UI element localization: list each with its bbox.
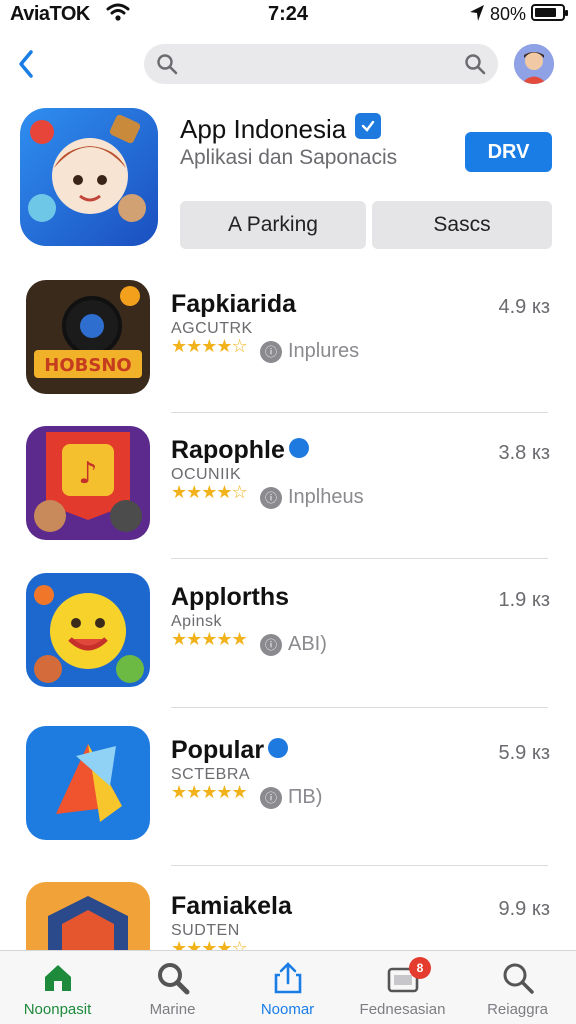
app-size: 9.9 кз	[498, 898, 550, 920]
app-info: ⓘ Inplures	[260, 340, 359, 363]
app-name-text: Rapophle	[171, 436, 285, 464]
svg-text:HOBSNO: HOBSNO	[44, 355, 131, 376]
app-list-item[interactable]: Popular SCTEBRA ★★★★★ ⓘ ПВ) 5.9 кз	[0, 726, 576, 872]
verified-check-icon	[288, 438, 309, 459]
notification-badge: 8	[409, 957, 431, 979]
app-name: Rapophle	[171, 436, 309, 465]
app-icon: ♪	[26, 426, 150, 540]
rating-stars: ★★★★☆	[171, 336, 248, 356]
app-info-text: ПВ)	[288, 786, 323, 808]
back-button[interactable]	[12, 46, 40, 82]
tab-search[interactable]: Marine	[115, 951, 230, 1024]
home-icon	[44, 965, 71, 991]
get-button[interactable]: DRV	[465, 132, 552, 172]
info-circle-icon: ⓘ	[260, 486, 282, 509]
app-info: ⓘ ПВ)	[260, 786, 322, 809]
user-avatar[interactable]	[514, 44, 554, 84]
rating-stars: ★★★★★	[171, 629, 248, 649]
app-name: Applorths	[171, 583, 290, 611]
verified-check-icon	[355, 113, 381, 139]
segment-tab-2[interactable]: Sascs	[372, 201, 552, 249]
tab-label: Reiaggra	[487, 1001, 548, 1018]
search-icon	[157, 54, 178, 75]
tab-label: Marine	[149, 1001, 196, 1018]
tab-home[interactable]: Noonpasit	[0, 951, 115, 1024]
svg-text:♪: ♪	[78, 456, 97, 491]
divider	[171, 558, 548, 559]
battery-fill	[535, 8, 556, 17]
app-info-text: ABI)	[288, 633, 327, 655]
app-list-item[interactable]: Applorths Apinsk ★★★★★ ⓘ ABI) 1.9 кз	[0, 573, 576, 719]
search-bar[interactable]	[144, 44, 498, 84]
app-list-item[interactable]: HOBSNO Fapkiarida AGCUTRK ★★★★☆ ⓘ Inplur…	[0, 280, 576, 426]
app-name-text: Popular	[171, 736, 265, 764]
app-info: ⓘ Inplheus	[260, 486, 364, 509]
info-circle-icon: ⓘ	[260, 786, 282, 809]
status-bar: AviaTOK 7:24 80%	[0, 0, 576, 30]
search-icon	[503, 963, 534, 994]
featured-app-icon[interactable]	[20, 108, 158, 246]
tab-label: Noonpasit	[23, 1001, 92, 1018]
info-circle-icon: ⓘ	[260, 633, 282, 656]
app-icon	[26, 726, 150, 840]
location-arrow-icon	[470, 5, 484, 21]
app-icon: HOBSNO	[26, 280, 150, 394]
rating-stars: ★★★★★	[171, 782, 248, 802]
app-size: 1.9 кз	[498, 589, 550, 611]
divider	[171, 865, 548, 866]
app-name: Famiakela	[171, 892, 292, 920]
app-name: Fapkiarida	[171, 290, 297, 318]
segment-tab-1[interactable]: A Parking	[180, 201, 366, 249]
battery-percent: 80%	[490, 4, 527, 24]
tab-label: Noomar	[260, 1001, 315, 1018]
battery-icon	[531, 4, 568, 21]
share-icon	[274, 962, 301, 994]
app-list-item[interactable]: ♪ Rapophle OCUNIIK ★★★★☆ ⓘ Inplheus 3.8 …	[0, 426, 576, 572]
chevron-left-icon	[19, 50, 33, 78]
app-info-text: Inplures	[288, 340, 360, 362]
divider	[171, 707, 548, 708]
app-info-text: Inplheus	[288, 486, 364, 508]
tab-label: Fednesasian	[359, 1001, 446, 1018]
tab-updates[interactable]: 8 Fednesasian	[345, 951, 460, 1024]
rating-stars: ★★★★☆	[171, 482, 248, 502]
tab-share[interactable]: Noomar	[230, 951, 345, 1024]
tab-bar: Noonpasit Marine Noomar 8 Fednesasian Re…	[0, 950, 576, 1024]
app-size: 4.9 кз	[498, 296, 550, 318]
app-size: 3.8 кз	[498, 442, 550, 464]
featured-app-title: App Indonesia	[180, 114, 347, 144]
search-icon	[157, 963, 189, 995]
tab-search-2[interactable]: Reiaggra	[460, 951, 575, 1024]
avatar-image	[514, 44, 554, 84]
search-icon[interactable]	[464, 53, 486, 75]
info-circle-icon: ⓘ	[260, 340, 282, 363]
app-name: Popular	[171, 736, 289, 765]
featured-app-artwork	[20, 108, 158, 246]
app-icon	[26, 573, 150, 687]
search-input[interactable]	[188, 50, 448, 78]
verified-check-icon	[268, 738, 289, 759]
divider	[171, 412, 548, 413]
featured-app-subtitle: Aplikasi dan Saponacis	[180, 146, 398, 169]
app-info: ⓘ ABI)	[260, 633, 327, 656]
top-nav	[0, 36, 576, 92]
app-size: 5.9 кз	[498, 742, 550, 764]
